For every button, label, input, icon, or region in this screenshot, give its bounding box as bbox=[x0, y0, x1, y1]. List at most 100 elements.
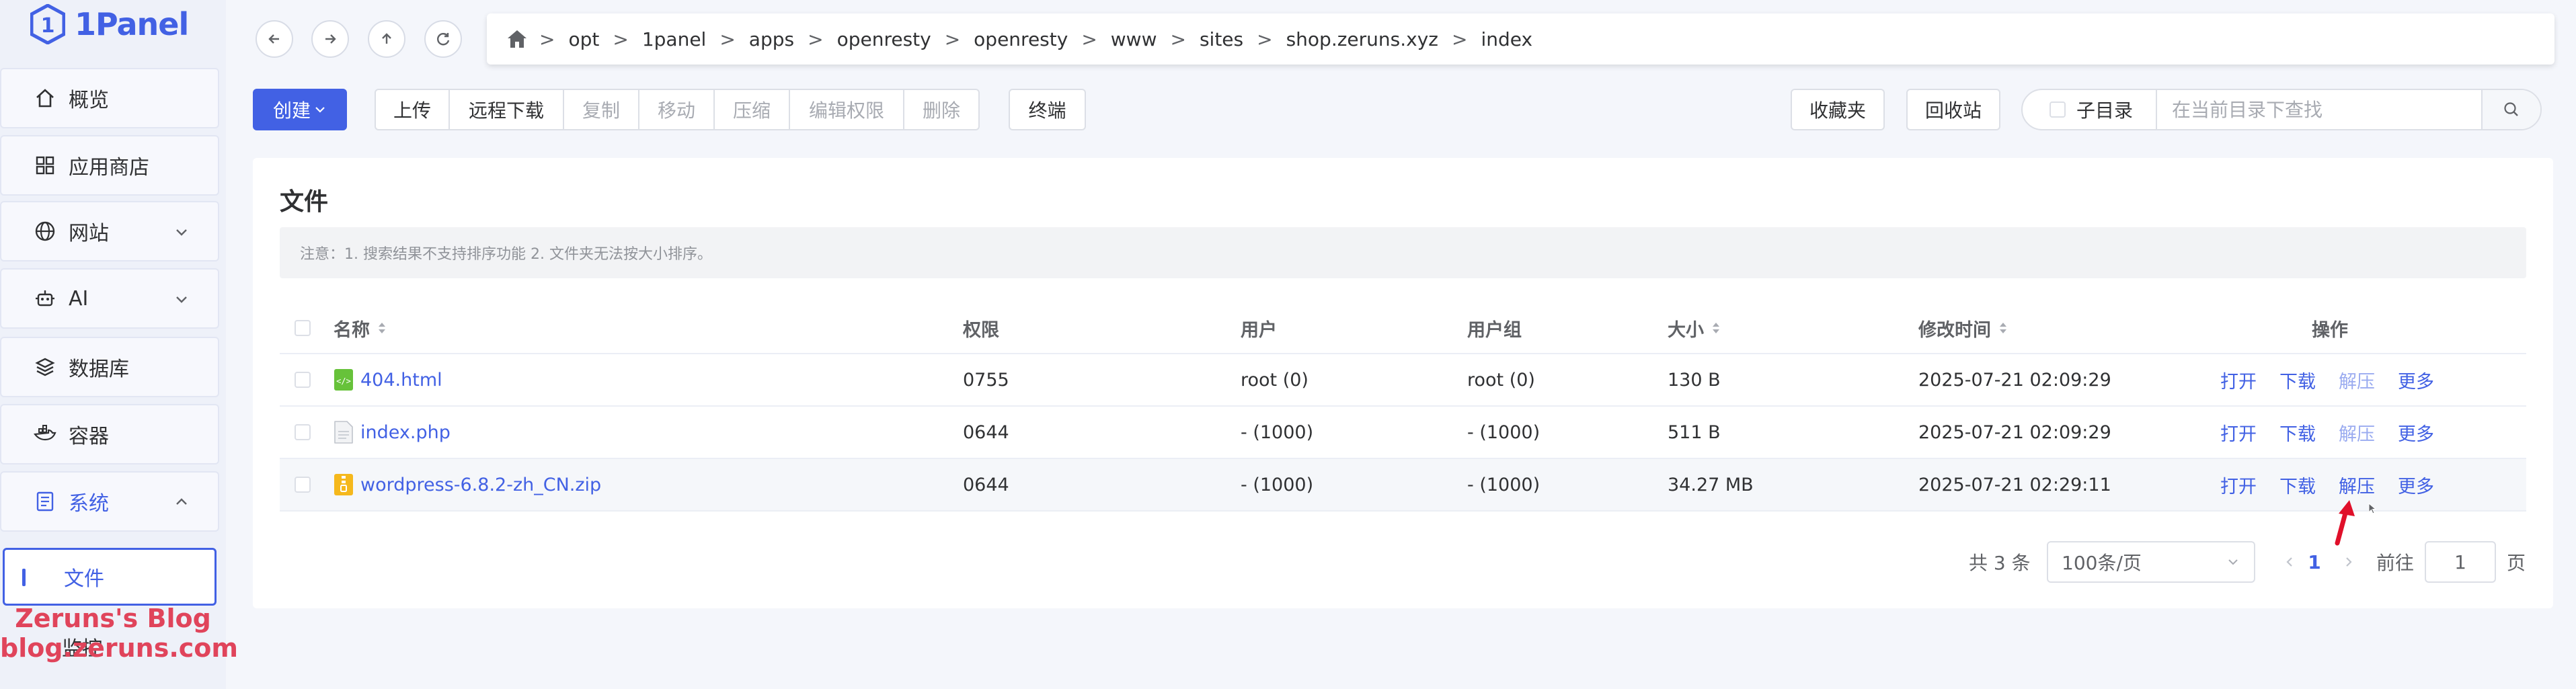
row-checkbox-cell[interactable] bbox=[295, 459, 311, 510]
move-button[interactable]: 移动 bbox=[639, 89, 715, 130]
create-button[interactable]: 创建 bbox=[253, 89, 347, 130]
open-link[interactable]: 打开 bbox=[2220, 472, 2257, 498]
column-header-label: 修改时间 bbox=[1918, 319, 1991, 341]
sidebar-item-container[interactable]: 容器 bbox=[0, 404, 219, 464]
breadcrumb-item[interactable]: www bbox=[1111, 28, 1157, 50]
row-actions: 打开 下载 解压 更多 bbox=[2220, 354, 2457, 405]
row-checkbox[interactable] bbox=[295, 424, 311, 440]
search-input[interactable] bbox=[2157, 90, 2481, 129]
table-row: </> 404.html 0755 root (0) root (0) 130 … bbox=[280, 354, 2526, 407]
sidebar-item-system[interactable]: 系统 bbox=[0, 471, 219, 532]
select-all-checkbox[interactable] bbox=[295, 320, 311, 336]
extract-link[interactable]: 解压 bbox=[2339, 419, 2375, 446]
sidebar-item-ai[interactable]: AI bbox=[0, 268, 219, 329]
breadcrumb-item[interactable]: openresty bbox=[974, 28, 1068, 50]
column-header-mtime[interactable]: 修改时间 bbox=[1918, 303, 2008, 353]
delete-button[interactable]: 删除 bbox=[904, 89, 980, 130]
chevron-down-icon bbox=[2228, 559, 2238, 565]
refresh-button[interactable] bbox=[424, 20, 462, 58]
sidebar-item-database[interactable]: 数据库 bbox=[0, 337, 219, 397]
extract-link[interactable]: 解压 bbox=[2339, 367, 2375, 393]
page-number-1[interactable]: 1 bbox=[2293, 541, 2336, 583]
sidebar-item-label: 应用商店 bbox=[69, 156, 149, 179]
row-checkbox[interactable] bbox=[295, 477, 311, 493]
row-checkbox[interactable] bbox=[295, 372, 311, 388]
open-link[interactable]: 打开 bbox=[2220, 419, 2257, 446]
sidebar-item-appstore[interactable]: 应用商店 bbox=[0, 135, 219, 196]
sidebar-item-website[interactable]: 网站 bbox=[0, 201, 219, 261]
sidebar-item-label: 系统 bbox=[69, 492, 109, 516]
file-name-cell[interactable]: index.php bbox=[334, 407, 451, 458]
file-name-link[interactable]: index.php bbox=[360, 422, 451, 443]
sidebar-item-overview[interactable]: 概览 bbox=[0, 68, 219, 128]
home-icon[interactable] bbox=[506, 28, 529, 50]
sort-icon[interactable] bbox=[1711, 321, 1721, 335]
download-link[interactable]: 下载 bbox=[2279, 472, 2316, 498]
system-icon bbox=[34, 490, 56, 513]
extract-link[interactable]: 解压 bbox=[2339, 472, 2375, 498]
app-logo[interactable]: 1 1Panel bbox=[30, 0, 189, 48]
edit-permission-button[interactable]: 编辑权限 bbox=[790, 89, 904, 130]
select-all-checkbox-cell[interactable] bbox=[295, 303, 311, 353]
breadcrumb-separator: > bbox=[808, 28, 824, 50]
forward-button[interactable] bbox=[311, 20, 349, 58]
file-name-link[interactable]: 404.html bbox=[360, 370, 442, 391]
column-header-size[interactable]: 大小 bbox=[1668, 303, 1721, 353]
breadcrumb-item[interactable]: 1panel bbox=[642, 28, 707, 50]
copy-button[interactable]: 复制 bbox=[564, 89, 639, 130]
html-file-icon: </> bbox=[334, 369, 353, 391]
subdir-checkbox[interactable] bbox=[2050, 102, 2066, 118]
download-link[interactable]: 下载 bbox=[2279, 367, 2316, 393]
breadcrumb-item[interactable]: openresty bbox=[837, 28, 931, 50]
file-card: 文件 注意：1. 搜索结果不支持排序功能 2. 文件夹无法按大小排序。 名称 权… bbox=[253, 158, 2553, 608]
more-link[interactable]: 更多 bbox=[2398, 472, 2434, 498]
chevron-down-icon bbox=[176, 296, 187, 303]
grid-icon bbox=[34, 154, 56, 177]
subdir-toggle[interactable]: 子目录 bbox=[2023, 90, 2157, 129]
column-header-name[interactable]: 名称 bbox=[334, 303, 387, 353]
zip-file-icon bbox=[334, 474, 353, 495]
recycle-bin-button[interactable]: 回收站 bbox=[1906, 89, 2000, 130]
open-link[interactable]: 打开 bbox=[2220, 367, 2257, 393]
annotation-arrow-icon bbox=[2335, 500, 2355, 546]
back-button[interactable] bbox=[256, 20, 293, 58]
chevron-down-icon bbox=[176, 229, 187, 236]
terminal-button[interactable]: 终端 bbox=[1009, 89, 1086, 130]
row-checkbox-cell[interactable] bbox=[295, 354, 311, 405]
more-link[interactable]: 更多 bbox=[2398, 367, 2434, 393]
row-actions: 打开 下载 解压 更多 bbox=[2220, 407, 2457, 458]
compress-button[interactable]: 压缩 bbox=[715, 89, 790, 130]
breadcrumb-item[interactable]: opt bbox=[568, 28, 599, 50]
upload-button[interactable]: 上传 bbox=[375, 89, 450, 130]
logo-text: 1Panel bbox=[75, 6, 189, 42]
table-header: 名称 权限 用户 用户组 大小 修改时间 操作 bbox=[280, 303, 2526, 354]
sidebar-subitem-files[interactable]: 文件 bbox=[3, 548, 217, 606]
goto-page-input[interactable]: 1 bbox=[2425, 541, 2496, 583]
more-link[interactable]: 更多 bbox=[2398, 419, 2434, 446]
chevron-down-icon bbox=[315, 107, 325, 113]
breadcrumb-item[interactable]: index bbox=[1481, 28, 1532, 50]
next-page-button[interactable] bbox=[2341, 541, 2356, 583]
sidebar-item-label: AI bbox=[69, 286, 89, 311]
breadcrumb-separator: > bbox=[613, 28, 629, 50]
column-header-user: 用户 bbox=[1241, 319, 1277, 341]
breadcrumb-separator: > bbox=[1081, 28, 1097, 50]
breadcrumb-item[interactable]: apps bbox=[749, 28, 794, 50]
page-size-value: 100条/页 bbox=[2062, 552, 2142, 574]
remote-download-button[interactable]: 远程下载 bbox=[450, 89, 564, 130]
sort-icon[interactable] bbox=[1998, 321, 2008, 335]
row-checkbox-cell[interactable] bbox=[295, 407, 311, 458]
breadcrumb-item[interactable]: shop.zeruns.xyz bbox=[1286, 28, 1438, 50]
file-size: 511 B bbox=[1668, 421, 1721, 443]
file-name-cell[interactable]: </> 404.html bbox=[334, 354, 442, 405]
favorites-button[interactable]: 收藏夹 bbox=[1791, 89, 1885, 130]
search-button[interactable] bbox=[2481, 90, 2540, 129]
file-name-cell[interactable]: wordpress-6.8.2-zh_CN.zip bbox=[334, 459, 601, 510]
column-header-perm: 权限 bbox=[963, 319, 999, 341]
breadcrumb-item[interactable]: sites bbox=[1200, 28, 1243, 50]
page-size-select[interactable]: 100条/页 bbox=[2047, 541, 2255, 583]
up-button[interactable] bbox=[368, 20, 405, 58]
download-link[interactable]: 下载 bbox=[2279, 419, 2316, 446]
sort-icon[interactable] bbox=[377, 321, 387, 335]
file-name-link[interactable]: wordpress-6.8.2-zh_CN.zip bbox=[360, 475, 601, 495]
